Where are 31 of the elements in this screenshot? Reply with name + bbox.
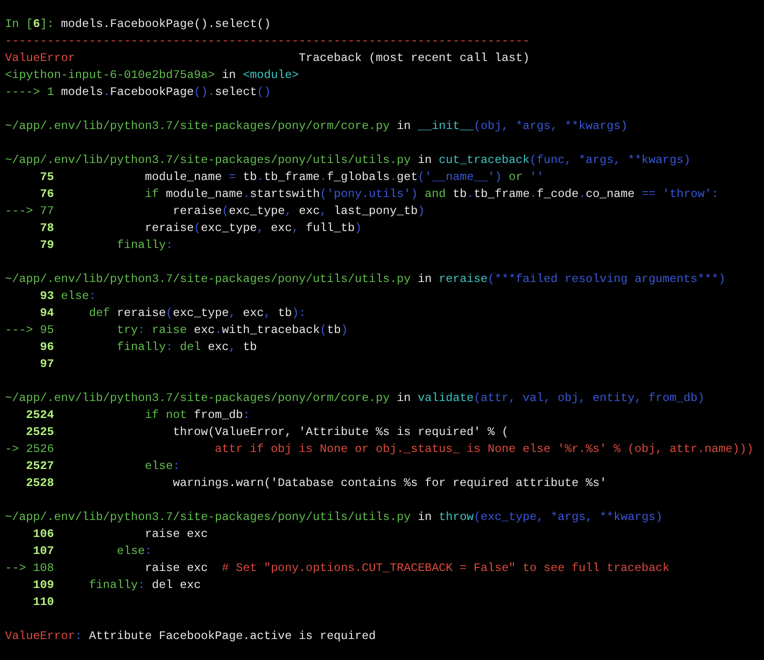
traceback-line: ~/app/.env/lib/python3.7/site-packages/pony/utils/utils.py in cut_traceback(func, *args, **kwargs) (5, 152, 691, 169)
traceback-line: 110 (32, 594, 54, 611)
traceback-line: ---> 95 try: raise exc.with_traceback(tb) (5, 322, 348, 339)
traceback-line: In [6]: models.FacebookPage().select() (5, 16, 271, 33)
traceback-line: ~/app/.env/lib/python3.7/site-packages/pony/utils/utils.py in reraise(***failed resolving arguments***) (5, 271, 726, 288)
traceback-line: ~/app/.env/lib/python3.7/site-packages/pony/orm/core.py in __init__(obj, *args, **kwargs) (5, 118, 628, 135)
traceback-line: ValueError: Attribute FacebookPage.active is required (5, 628, 376, 645)
traceback-line: 106 raise exc (32, 526, 208, 543)
traceback-line: 2524 if not from_db: (24, 407, 250, 424)
traceback-line: --> 108 raise exc # Set "pony.options.CUT_TRACEBACK = False" to see full traceback (5, 560, 670, 577)
traceback-line: ----> 1 models.FacebookPage().select() (5, 84, 271, 101)
traceback-line: 94 def reraise(exc_type, exc, tb): (38, 305, 306, 322)
traceback-line: 93 else: (38, 288, 96, 305)
traceback-line: ValueError Traceback (most recent call last) (5, 50, 530, 67)
traceback-line: --------------------------------------------------------------------------- (5, 33, 530, 50)
traceback-line: ~/app/.env/lib/python3.7/site-packages/pony/orm/core.py in validate(attr, val, obj, entity, from_db) (5, 390, 705, 407)
traceback-line: 75 module_name = tb.tb_frame.f_globals.get('__name__') or '' (38, 169, 544, 186)
traceback-line: 76 if module_name.startswith('pony.utils') and tb.tb_frame.f_code.co_name == 'throw': (38, 186, 719, 203)
traceback-line: 96 finally: del exc, tb (38, 339, 257, 356)
traceback-line: <ipython-input-6-010e2bd75a9a> in <module> (5, 67, 299, 84)
traceback-line: 2528 warnings.warn('Database contains %s for required attribute %s' (24, 475, 607, 492)
traceback-line: -> 2526 attr if obj is None or obj._status_ is None else '%r.%s' % (obj, attr.name))) (5, 441, 754, 458)
traceback-line: ---> 77 reraise(exc_type, exc, last_pony_tb) (5, 203, 425, 220)
traceback-line: 2527 else: (24, 458, 180, 475)
traceback-line: 109 finally: del exc (32, 577, 201, 594)
traceback-line: 107 else: (32, 543, 152, 560)
traceback-line: 79 finally: (38, 237, 173, 254)
traceback-line: 97 (38, 356, 54, 373)
traceback-line: 2525 throw(ValueError, 'Attribute %s is required' % ( (24, 424, 509, 441)
traceback-line: 78 reraise(exc_type, exc, full_tb) (38, 220, 362, 237)
traceback-line: ~/app/.env/lib/python3.7/site-packages/pony/utils/utils.py in throw(exc_type, *args, **kwargs) (5, 509, 663, 526)
